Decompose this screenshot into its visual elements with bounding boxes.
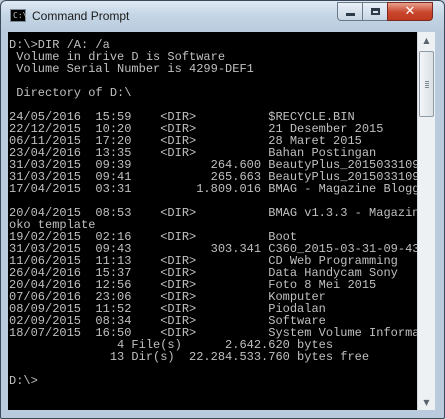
window-bottom-border [1, 410, 444, 418]
thumb-grip-line [425, 83, 429, 84]
console-line: Directory of D:\ [9, 86, 132, 100]
command-prompt-window: C:\ Command Prompt ✕ D:\>DIR /A: /a Volu… [0, 0, 445, 419]
console-line: Volume Serial Number is 4299-DEF1 [9, 62, 254, 76]
minimize-icon [345, 13, 355, 16]
scroll-down-arrow-icon[interactable]: ▼ [419, 394, 434, 410]
cmd-icon-glyph: C:\ [13, 11, 28, 20]
console-line: 13 Dir(s) 22.284.533.760 bytes free [9, 350, 370, 364]
minimize-button[interactable] [337, 2, 363, 21]
thumb-grip-line [425, 87, 429, 88]
maximize-button[interactable] [362, 2, 388, 21]
vertical-scrollbar[interactable]: ▲ ▼ [417, 32, 435, 410]
scroll-up-arrow-icon[interactable]: ▲ [419, 32, 434, 48]
console-line: 17/04/2015 03:31 1.809.016 BMAG - Magazi… [9, 182, 417, 196]
title-bar[interactable]: C:\ Command Prompt ✕ [1, 1, 444, 32]
console-output[interactable]: D:\>DIR /A: /a Volume in drive D is Soft… [8, 32, 417, 410]
thumb-grip-line [425, 85, 429, 86]
window-title: Command Prompt [32, 9, 130, 23]
maximize-icon [370, 8, 380, 15]
cmd-icon[interactable]: C:\ [10, 9, 28, 22]
close-icon: ✕ [404, 4, 416, 19]
scrollbar-thumb[interactable] [419, 51, 434, 117]
console-line: D:\> [9, 374, 38, 388]
console-text: D:\>DIR /A: /a Volume in drive D is Soft… [8, 32, 417, 387]
thumb-grip-line [425, 81, 429, 82]
close-button[interactable]: ✕ [387, 2, 433, 21]
